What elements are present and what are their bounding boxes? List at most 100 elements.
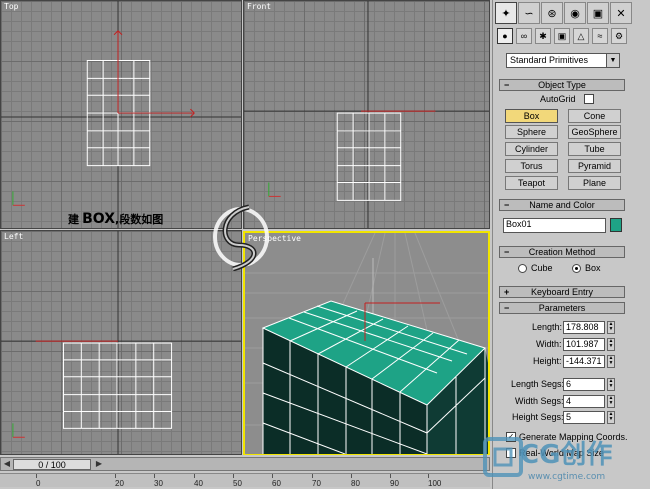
cylinder-button[interactable]: Cylinder (505, 142, 558, 156)
box-radio[interactable] (572, 264, 581, 273)
geometry-icon[interactable]: ● (497, 28, 513, 44)
rollout-title: Object Type (538, 80, 586, 90)
left-view-drawing (1, 231, 241, 454)
torus-button[interactable]: Torus (505, 159, 558, 173)
box-button[interactable]: Box (505, 109, 558, 123)
viewport-label[interactable]: Front (247, 2, 271, 11)
width-segs-label: Width Segs: (515, 396, 564, 406)
rollout-object-type[interactable]: − Object Type (499, 79, 625, 91)
autogrid-label: AutoGrid (540, 94, 576, 104)
height-input[interactable]: -144.371 (563, 355, 605, 368)
helpers-icon[interactable]: △ (573, 28, 589, 44)
perspective-view-drawing (245, 233, 488, 454)
height-spinner[interactable]: ▲ ▼ (607, 355, 615, 368)
chevron-down-icon[interactable]: ▼ (606, 54, 619, 67)
geosphere-button[interactable]: GeoSphere (568, 125, 621, 139)
annotation-prefix: 建 (68, 213, 79, 226)
motion-icon[interactable]: ◉ (564, 2, 586, 24)
length-segs-label: Length Segs: (511, 379, 565, 389)
gizmo-axes (113, 30, 195, 118)
collapse-icon: − (504, 303, 510, 313)
rollout-title: Creation Method (528, 247, 596, 257)
sphere-button[interactable]: Sphere (505, 125, 558, 139)
ruler-tick: 20 (115, 474, 124, 488)
object-color-swatch[interactable] (610, 218, 622, 232)
cube-radio[interactable] (518, 264, 527, 273)
rollout-title: Parameters (538, 303, 586, 313)
teapot-button[interactable]: Teapot (505, 176, 558, 190)
hierarchy-icon[interactable]: ⊛ (541, 2, 563, 24)
cone-button[interactable]: Cone (568, 109, 621, 123)
length-segs-spinner[interactable]: ▲ ▼ (607, 378, 615, 391)
utilities-icon[interactable]: ✕ (610, 2, 632, 24)
viewport-perspective[interactable]: Perspective (243, 231, 490, 456)
command-panel-tabs: ✦ ∽ ⊛ ◉ ▣ ✕ (495, 2, 635, 24)
rollout-title: Keyboard Entry (530, 287, 594, 297)
systems-icon[interactable]: ⚙ (611, 28, 627, 44)
create-categories: ● ∞ ✱ ▣ △ ≈ ⚙ (497, 28, 637, 48)
shapes-icon[interactable]: ∞ (516, 28, 532, 44)
viewport-label[interactable]: Top (4, 2, 18, 11)
time-prev-icon[interactable]: ◀ (1, 459, 13, 470)
rollout-title: Name and Color (529, 200, 595, 210)
collapse-icon: − (504, 80, 510, 90)
annotation-suffix: ,段数如图 (115, 213, 164, 226)
watermark-url: www.cgtime.com (528, 472, 606, 482)
width-label: Width: (536, 339, 562, 349)
viewport-label[interactable]: Left (4, 232, 23, 241)
box-wireframe-left (62, 342, 173, 429)
lights-icon[interactable]: ✱ (535, 28, 551, 44)
display-icon[interactable]: ▣ (587, 2, 609, 24)
viewport-front[interactable]: Front (243, 0, 490, 229)
length-segs-input[interactable]: 6 (563, 378, 605, 391)
cameras-icon[interactable]: ▣ (554, 28, 570, 44)
tube-button[interactable]: Tube (568, 142, 621, 156)
rollout-keyboard-entry[interactable]: + Keyboard Entry (499, 286, 625, 298)
spacewarps-icon[interactable]: ≈ (592, 28, 608, 44)
annotation-main: BOX (82, 211, 116, 227)
ruler-tick: 60 (272, 474, 281, 488)
box-label: Box (585, 263, 601, 273)
length-input[interactable]: 178.808 (563, 321, 605, 334)
rollout-parameters[interactable]: − Parameters (499, 302, 625, 314)
viewport-left[interactable]: Left (0, 230, 242, 455)
axis-tripod (268, 182, 281, 197)
box-perspective (261, 300, 488, 454)
viewport-top[interactable]: Top (0, 0, 242, 229)
length-spinner[interactable]: ▲ ▼ (607, 321, 615, 334)
front-view-drawing (244, 1, 489, 228)
time-next-icon[interactable]: ▶ (93, 459, 105, 470)
width-input[interactable]: 101.987 (563, 338, 605, 351)
create-icon[interactable]: ✦ (495, 2, 517, 24)
height-segs-spinner[interactable]: ▲ ▼ (607, 411, 615, 424)
length-label: Length: (532, 322, 563, 332)
rollout-creation-method[interactable]: − Creation Method (499, 246, 625, 258)
collapse-icon: − (504, 200, 510, 210)
plane-button[interactable]: Plane (568, 176, 621, 190)
track-ruler[interactable]: 0 20 30 40 50 60 70 80 90 100 (0, 473, 490, 488)
axis-tripod (12, 191, 25, 206)
top-view-drawing (1, 1, 241, 228)
cube-label: Cube (531, 263, 553, 273)
modify-icon[interactable]: ∽ (518, 2, 540, 24)
autogrid-checkbox[interactable] (584, 94, 594, 104)
watermark-text: CG创作 (520, 440, 613, 470)
bottom-bar: ◀ 0 / 100 ▶ 0 20 30 40 50 60 70 80 90 10… (0, 455, 490, 489)
ruler-tick: 100 (428, 474, 442, 488)
ruler-tick: 40 (194, 474, 203, 488)
height-segs-input[interactable]: 5 (563, 411, 605, 424)
collapse-icon: − (504, 247, 510, 257)
width-segs-input[interactable]: 4 (563, 395, 605, 408)
time-slider[interactable]: ◀ 0 / 100 ▶ (0, 457, 490, 471)
ruler-tick: 30 (154, 474, 163, 488)
object-name-input[interactable]: Box01 (503, 218, 606, 233)
rollout-name-color[interactable]: − Name and Color (499, 199, 625, 211)
time-slider-thumb[interactable]: 0 / 100 (13, 459, 91, 470)
category-dropdown[interactable]: Standard Primitives ▼ (506, 53, 620, 68)
pyramid-button[interactable]: Pyramid (568, 159, 621, 173)
width-segs-spinner[interactable]: ▲ ▼ (607, 395, 615, 408)
tutorial-annotation: 建 BOX,段数如图 (68, 211, 163, 227)
ruler-tick: 0 (36, 474, 41, 488)
height-label: Height: (533, 356, 562, 366)
width-spinner[interactable]: ▲ ▼ (607, 338, 615, 351)
